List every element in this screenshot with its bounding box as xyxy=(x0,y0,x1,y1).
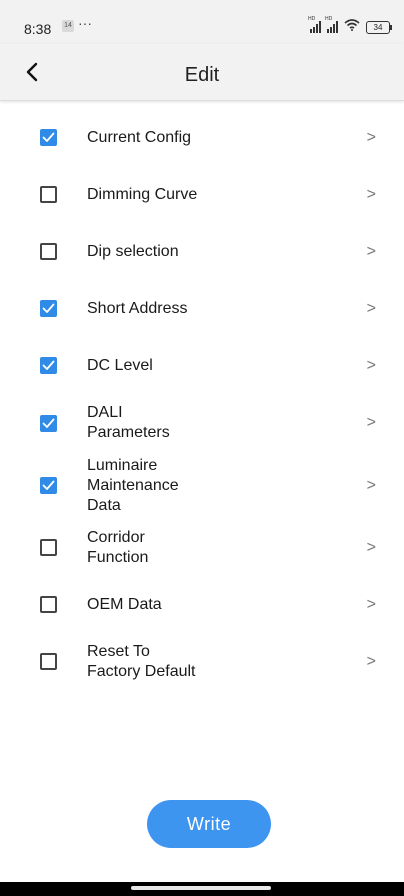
signal-icon-2: HD xyxy=(325,16,338,33)
list-item[interactable]: DALI Parameters > xyxy=(0,394,404,452)
list-item[interactable]: DC Level > xyxy=(0,337,404,394)
list-item-label: Reset To Factory Default xyxy=(87,642,196,680)
wifi-icon xyxy=(344,18,360,36)
check-icon xyxy=(42,132,55,142)
list-item[interactable]: OEM Data > xyxy=(0,576,404,633)
checkbox-checked[interactable] xyxy=(40,300,57,317)
battery-icon: 34 xyxy=(366,20,392,34)
checkbox-unchecked[interactable] xyxy=(40,596,57,613)
list-item[interactable]: Dip selection > xyxy=(0,223,404,280)
system-nav-bar xyxy=(0,882,404,896)
chevron-right-icon: > xyxy=(366,652,376,670)
list-item-label: Current Config xyxy=(87,128,192,146)
list-item[interactable]: Corridor Function > xyxy=(0,519,404,576)
chevron-right-icon: > xyxy=(366,356,376,374)
list-item[interactable]: Luminaire Maintenance Data > xyxy=(0,452,404,519)
home-indicator[interactable] xyxy=(131,886,271,890)
hd-label: HD xyxy=(308,16,316,22)
list-item[interactable]: Dimming Curve > xyxy=(0,166,404,223)
hd-label-2: HD xyxy=(325,16,333,22)
chevron-right-icon: > xyxy=(366,128,376,146)
status-time: 8:38 xyxy=(24,21,52,37)
check-icon xyxy=(42,418,55,428)
chevron-right-icon: > xyxy=(366,595,376,613)
app-bar: Edit xyxy=(0,44,404,101)
list-item-label: Corridor Function xyxy=(87,528,149,566)
chevron-right-icon: > xyxy=(366,299,376,317)
message-notification-icon: 14 xyxy=(62,20,74,32)
check-icon xyxy=(42,303,55,313)
checkbox-checked[interactable] xyxy=(40,477,57,494)
checkbox-unchecked[interactable] xyxy=(40,539,57,556)
signal-icon: HD xyxy=(308,16,321,33)
chevron-right-icon: > xyxy=(366,185,376,203)
checkbox-checked[interactable] xyxy=(40,414,57,432)
checkbox-unchecked[interactable] xyxy=(40,243,57,260)
chevron-right-icon: > xyxy=(366,242,376,260)
list-item-label: Luminaire Maintenance Data xyxy=(87,456,179,514)
chevron-right-icon: > xyxy=(366,476,376,494)
list-item-label: DALI Parameters xyxy=(87,404,170,441)
list-item-label: OEM Data xyxy=(87,595,162,613)
chevron-right-icon: > xyxy=(366,538,376,556)
status-bar: 8:38 14 ··· HD HD 34 xyxy=(0,0,404,44)
checkbox-checked[interactable] xyxy=(40,357,57,374)
status-indicators: HD HD 34 xyxy=(308,16,392,36)
list-item-label: Dimming Curve xyxy=(87,185,198,203)
more-notifications-icon: ··· xyxy=(78,15,92,31)
checkbox-checked[interactable] xyxy=(40,129,57,146)
list-item-label: DC Level xyxy=(87,356,153,374)
list-item[interactable]: Short Address > xyxy=(0,280,404,337)
list-item[interactable]: Current Config > xyxy=(0,109,404,166)
list-item[interactable]: Reset To Factory Default > xyxy=(0,633,404,690)
check-icon xyxy=(42,360,55,370)
check-icon xyxy=(42,480,55,490)
list-item-label: Dip selection xyxy=(87,242,179,260)
page-title: Edit xyxy=(184,64,220,86)
list-item-label: Short Address xyxy=(87,299,188,317)
chevron-right-icon: > xyxy=(366,414,376,431)
write-button[interactable]: Write xyxy=(147,800,271,848)
checkbox-unchecked[interactable] xyxy=(40,186,57,203)
checkbox-unchecked[interactable] xyxy=(40,653,57,670)
